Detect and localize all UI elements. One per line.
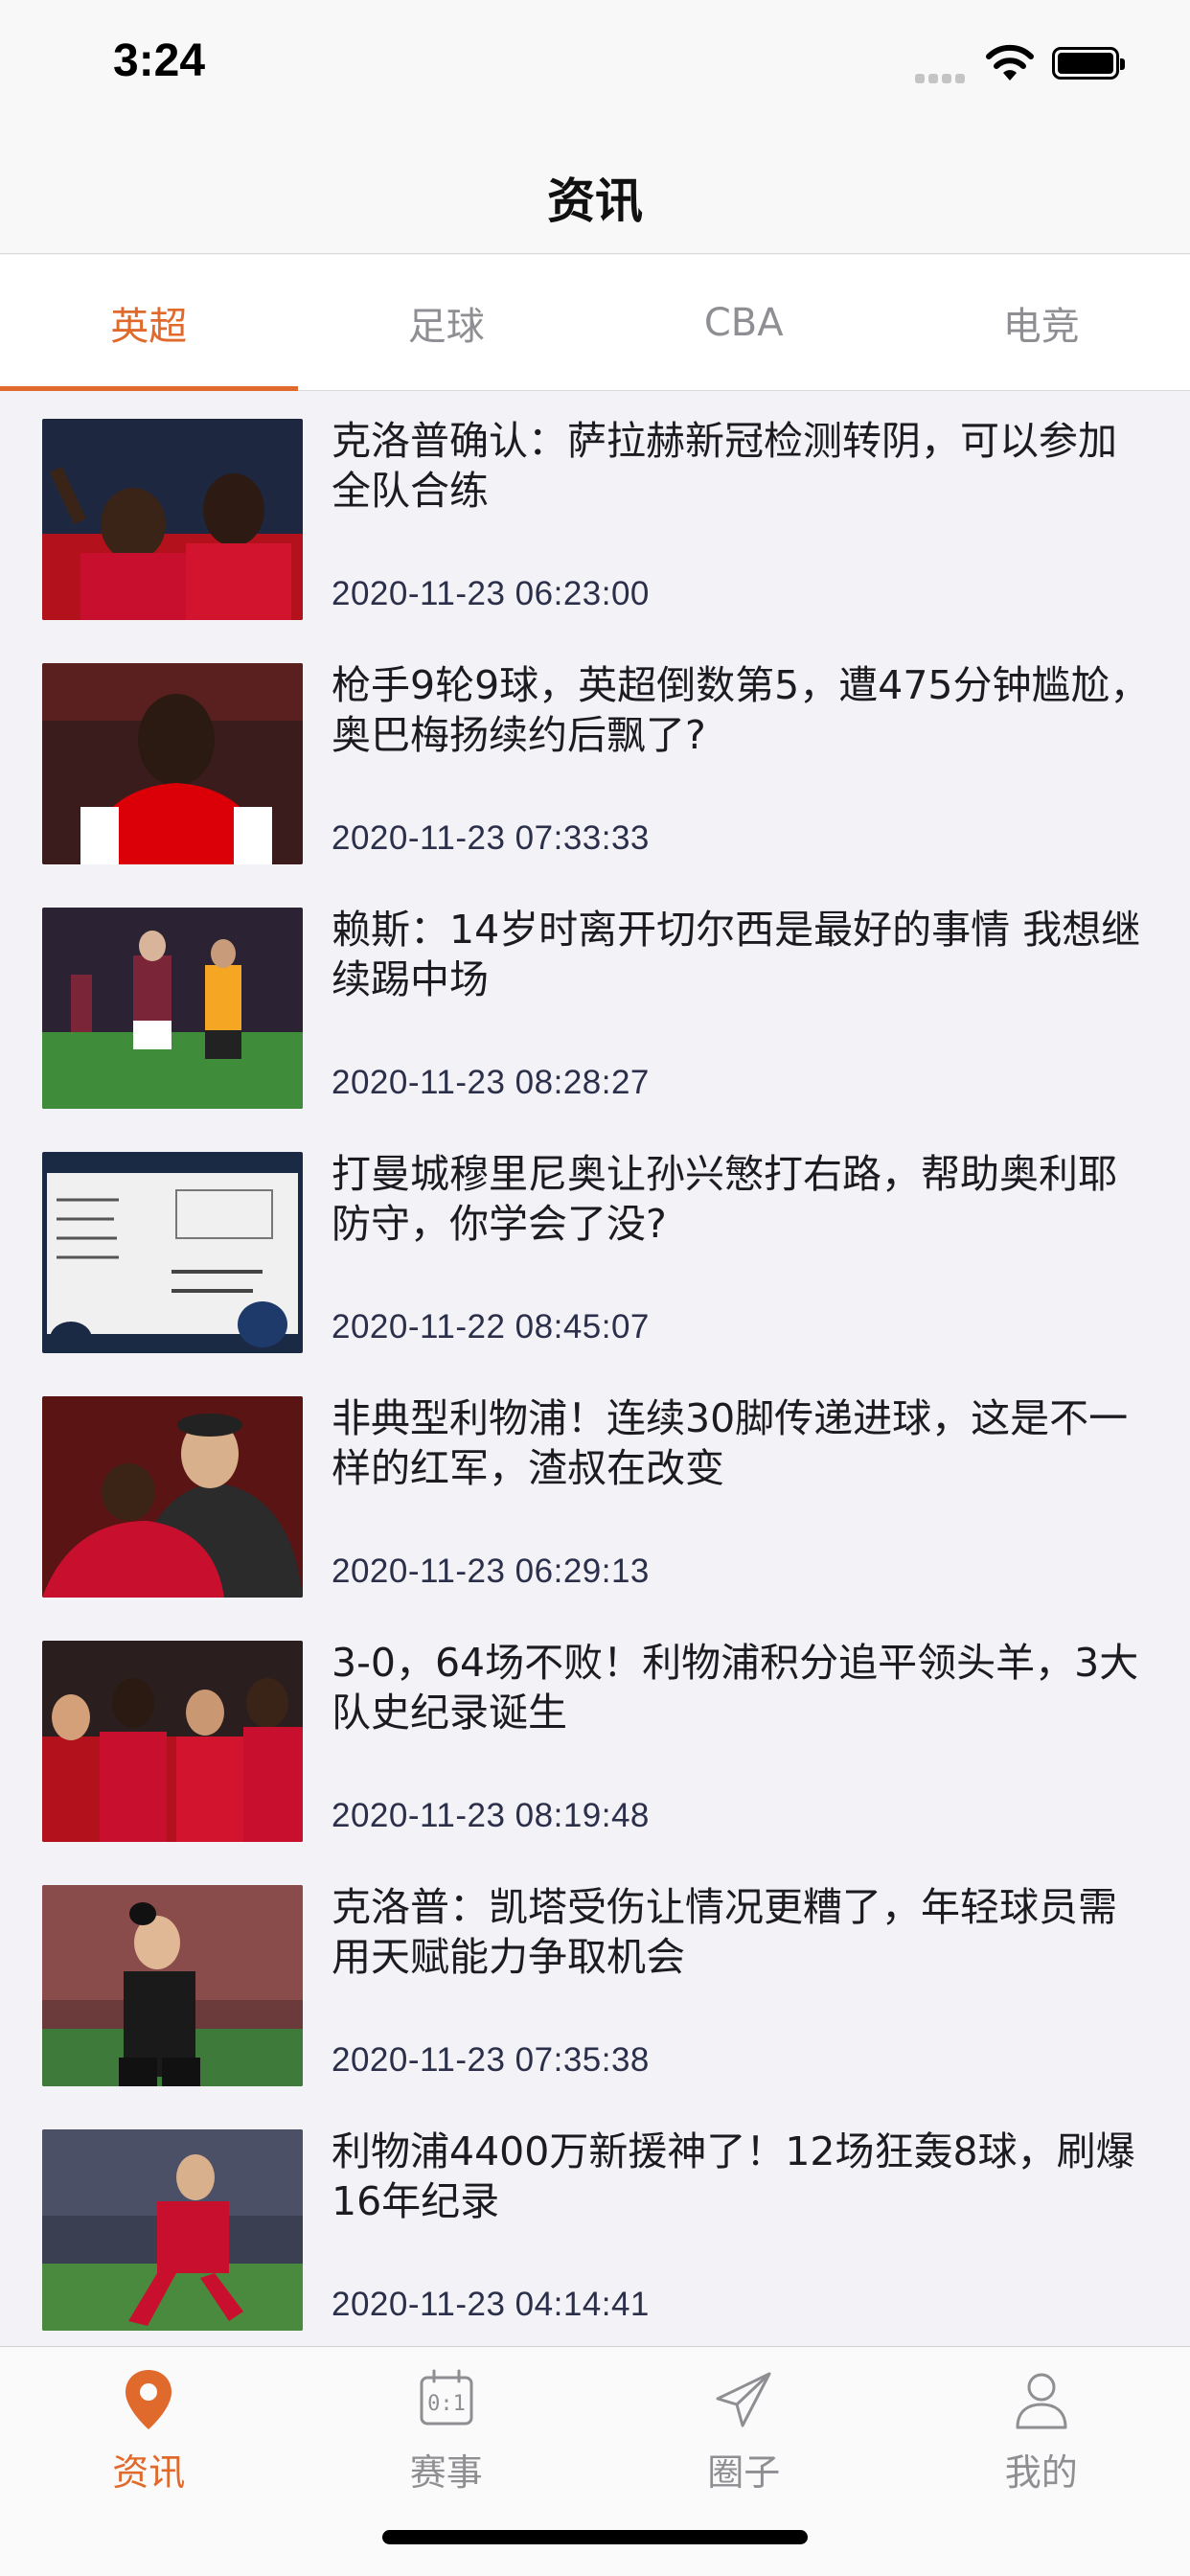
tab-label: 英超	[110, 304, 188, 349]
news-thumbnail	[42, 1641, 303, 1842]
news-title: 打曼城穆里尼奥让孙兴慜打右路，帮助奥利耶防守，你学会了没?	[332, 1151, 1117, 1247]
news-timestamp: 2020-11-23 07:35:38	[332, 2041, 650, 2079]
news-item[interactable]: 非典型利物浦！连续30脚传递进球，这是不一样的红军，渣叔在改变 2020-11-…	[0, 1368, 1190, 1613]
tab-label: CBA	[703, 300, 784, 345]
navigation-bar: 资讯	[0, 129, 1190, 254]
location-pin-icon	[126, 2370, 172, 2429]
news-thumbnail	[42, 1396, 303, 1598]
tab-esports[interactable]: 电竞	[893, 255, 1190, 390]
news-list: 克洛普确认：萨拉赫新冠检测转阴，可以参加全队合练 2020-11-23 06:2…	[0, 391, 1190, 2346]
page-title: 资讯	[547, 173, 643, 229]
tab-profile[interactable]: 我的	[893, 2347, 1190, 2510]
news-item[interactable]: 克洛普：凯塔受伤让情况更糟了，年轻球员需用天赋能力争取机会 2020-11-23…	[0, 1857, 1190, 2102]
tab-cba[interactable]: CBA	[595, 255, 893, 390]
news-item[interactable]: 克洛普确认：萨拉赫新冠检测转阴，可以参加全队合练 2020-11-23 06:2…	[0, 391, 1190, 635]
news-item[interactable]: 3-0，64场不败！利物浦积分追平领头羊，3大队史纪录诞生 2020-11-23…	[0, 1613, 1190, 1857]
news-thumbnail	[42, 1152, 303, 1353]
news-thumbnail	[42, 908, 303, 1109]
news-item[interactable]: 枪手9轮9球，英超倒数第5，遭475分钟尴尬，奥巴梅扬续约后飘了? 2020-1…	[0, 635, 1190, 880]
news-item[interactable]: 赖斯：14岁时离开切尔西是最好的事情 我想继续踢中场 2020-11-23 08…	[0, 880, 1190, 1124]
home-indicator[interactable]	[382, 2530, 808, 2544]
news-item[interactable]: 打曼城穆里尼奥让孙兴慜打右路，帮助奥利耶防守，你学会了没? 2020-11-22…	[0, 1124, 1190, 1368]
news-thumbnail	[42, 419, 303, 620]
tab-label: 电竞	[1002, 304, 1080, 349]
news-timestamp: 2020-11-23 08:28:27	[332, 1064, 650, 1101]
news-timestamp: 2020-11-22 08:45:07	[332, 1308, 650, 1346]
news-title: 非典型利物浦！连续30脚传递进球，这是不一样的红军，渣叔在改变	[332, 1395, 1129, 1491]
tab-news[interactable]: 资讯	[0, 2347, 298, 2510]
tab-premier-league[interactable]: 英超	[0, 255, 298, 391]
scoreboard-icon: 0:1	[420, 2369, 473, 2426]
paper-plane-icon	[716, 2372, 771, 2427]
news-timestamp: 2020-11-23 08:19:48	[332, 1797, 650, 1834]
status-bar: 3:24	[0, 0, 1190, 129]
tab-label: 足球	[407, 304, 485, 349]
svg-text:0:1: 0:1	[427, 2392, 466, 2416]
news-item[interactable]: 利物浦4400万新援神了！12场狂轰8球，刷爆16年纪录 2020-11-23 …	[0, 2102, 1190, 2346]
news-title: 3-0，64场不败！利物浦积分追平领头羊，3大队史纪录诞生	[332, 1640, 1139, 1736]
news-timestamp: 2020-11-23 06:29:13	[332, 1552, 650, 1590]
person-icon	[1016, 2373, 1067, 2429]
tab-label: 赛事	[409, 2451, 483, 2494]
tab-label: 我的	[1004, 2451, 1078, 2494]
news-timestamp: 2020-11-23 07:33:33	[332, 819, 650, 857]
news-thumbnail	[42, 1885, 303, 2086]
cellular-signal-icon	[915, 69, 971, 83]
battery-icon	[1052, 47, 1125, 80]
tab-label: 资讯	[112, 2451, 186, 2494]
news-title: 赖斯：14岁时离开切尔西是最好的事情 我想继续踢中场	[332, 907, 1141, 1002]
news-timestamp: 2020-11-23 04:14:41	[332, 2286, 650, 2323]
news-thumbnail	[42, 2129, 303, 2331]
tab-football[interactable]: 足球	[298, 255, 596, 390]
news-title: 克洛普：凯塔受伤让情况更糟了，年轻球员需用天赋能力争取机会	[332, 1884, 1117, 1980]
status-time: 3:24	[113, 35, 206, 86]
news-title: 克洛普确认：萨拉赫新冠检测转阴，可以参加全队合练	[332, 418, 1117, 514]
tab-community[interactable]: 圈子	[595, 2347, 893, 2510]
news-title: 利物浦4400万新援神了！12场狂轰8球，刷爆16年纪录	[332, 2128, 1135, 2224]
category-tabs: 英超 足球 CBA 电竞	[0, 255, 1190, 391]
news-timestamp: 2020-11-23 06:23:00	[332, 575, 650, 612]
news-title: 枪手9轮9球，英超倒数第5，遭475分钟尴尬，奥巴梅扬续约后飘了?	[332, 662, 1150, 758]
tab-matches[interactable]: 0:1 赛事	[298, 2347, 596, 2510]
tab-label: 圈子	[707, 2451, 781, 2494]
news-thumbnail	[42, 663, 303, 864]
wifi-icon	[986, 44, 1034, 80]
